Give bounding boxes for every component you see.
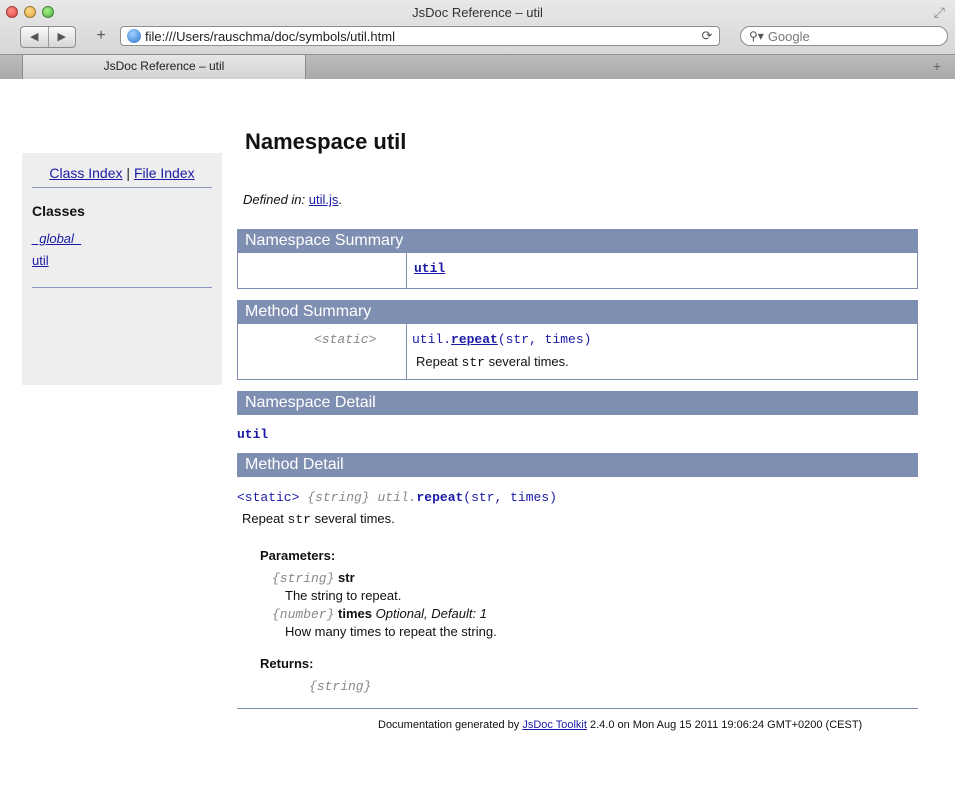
reload-icon[interactable]: ⟳ [695,28,719,44]
detail-return-type: {string} [307,490,370,505]
sidebar-item-global[interactable]: _global_ [32,231,81,246]
method-summary-header: Method Summary [237,300,918,324]
param-name: str [338,570,355,585]
sidebar-divider [32,187,212,188]
tab-active[interactable]: JsDoc Reference – util [22,55,306,79]
param-row: {number} times Optional, Default: 1 [272,606,487,622]
desc-text: several times. [484,354,569,369]
desc-text: several times. [310,511,395,526]
detail-method-name: repeat [416,490,464,505]
method-prefix: util. [412,332,452,347]
detail-static: <static> [237,490,300,505]
defined-file-link[interactable]: util.js [309,192,339,207]
defined-in: Defined in: util.js. [243,192,342,207]
namespace-detail-header: Namespace Detail [237,391,918,415]
footer-text: Documentation generated by [378,719,523,731]
method-signature: util.repeat(str, times) [412,332,591,347]
method-summary-row: <static> util.repeat(str, times) Repeat … [237,324,918,380]
search-field[interactable]: ⚲▾ Google [740,26,948,46]
column-divider [406,253,407,288]
footer-divider [237,708,918,709]
new-tab-button[interactable]: + [92,26,110,46]
url-text[interactable]: file:///Users/rauschma/doc/symbols/util.… [145,29,695,44]
forward-button[interactable]: ▶ [47,27,76,47]
index-separator: | [126,165,131,181]
returns-type: {string} [309,679,372,694]
toolbar: ◀ ▶ + file:///Users/rauschma/doc/symbols… [0,24,955,52]
search-icon: ⚲▾ [749,29,764,43]
param-desc: How many times to repeat the string. [285,624,497,639]
param-name: times [338,606,373,621]
method-detail-header: Method Detail [237,453,918,477]
browser-window: JsDoc Reference – util ⤢ ◀ ▶ + file:///U… [0,0,955,794]
column-divider [406,324,407,379]
add-tab-icon[interactable]: + [933,58,941,74]
namespace-summary-row: util [237,253,918,289]
param-desc: The string to repeat. [285,588,402,603]
method-detail-desc: Repeat str several times. [242,511,395,527]
page-content: Class Index | File Index Classes _global… [0,79,955,794]
param-type: {string} [272,571,335,586]
footer-text: 2.4.0 on Mon Aug 15 2011 19:06:24 GMT+02… [586,719,863,731]
detail-params: (str, times) [463,490,557,505]
window-title: JsDoc Reference – util [412,5,543,20]
classes-heading: Classes [32,203,85,219]
class-index-link[interactable]: Class Index [49,165,122,181]
defined-suffix: . [338,192,343,207]
globe-icon [127,29,141,43]
namespace-util-link[interactable]: util [414,261,445,276]
method-detail-signature: <static> {string} util.repeat(str, times… [237,490,557,505]
returns-heading: Returns: [260,656,314,671]
desc-text: Repeat [242,511,288,526]
param-type: {number} [272,607,335,622]
browser-chrome: JsDoc Reference – util ⤢ ◀ ▶ + file:///U… [0,0,955,79]
desc-code: str [461,355,485,370]
namespace-detail-name: util [237,427,269,442]
address-bar[interactable]: file:///Users/rauschma/doc/symbols/util.… [120,26,720,46]
fullscreen-icon[interactable]: ⤢ [934,4,945,21]
file-index-link[interactable]: File Index [134,165,195,181]
detail-prefix: util. [377,490,417,505]
method-summary-desc: Repeat str several times. [416,354,569,370]
index-links: Class Index | File Index [22,165,222,181]
tab-bar: JsDoc Reference – util + [0,54,955,79]
page-title: Namespace util [245,129,407,154]
search-placeholder: Google [767,28,810,44]
nav-buttons: ◀ ▶ [20,26,76,48]
method-params: (str, times) [497,332,592,347]
jsdoc-toolkit-link[interactable]: JsDoc Toolkit [522,719,587,731]
repeat-method-link[interactable]: repeat [451,332,498,347]
method-modifier: <static> [314,332,377,347]
sidebar-divider-bottom [32,287,212,288]
sidebar-item-util[interactable]: util [32,253,49,268]
desc-code: str [287,512,311,527]
param-extra: Optional, Default: 1 [375,606,487,621]
namespace-summary-header: Namespace Summary [237,229,918,253]
parameters-heading: Parameters: [260,548,336,563]
defined-label: Defined in: [243,192,306,207]
footer: Documentation generated by JsDoc Toolkit… [378,719,862,731]
back-button[interactable]: ◀ [21,27,48,47]
param-row: {string} str [272,570,355,586]
desc-text: Repeat [416,354,462,369]
sidebar: Class Index | File Index Classes _global… [22,153,222,385]
